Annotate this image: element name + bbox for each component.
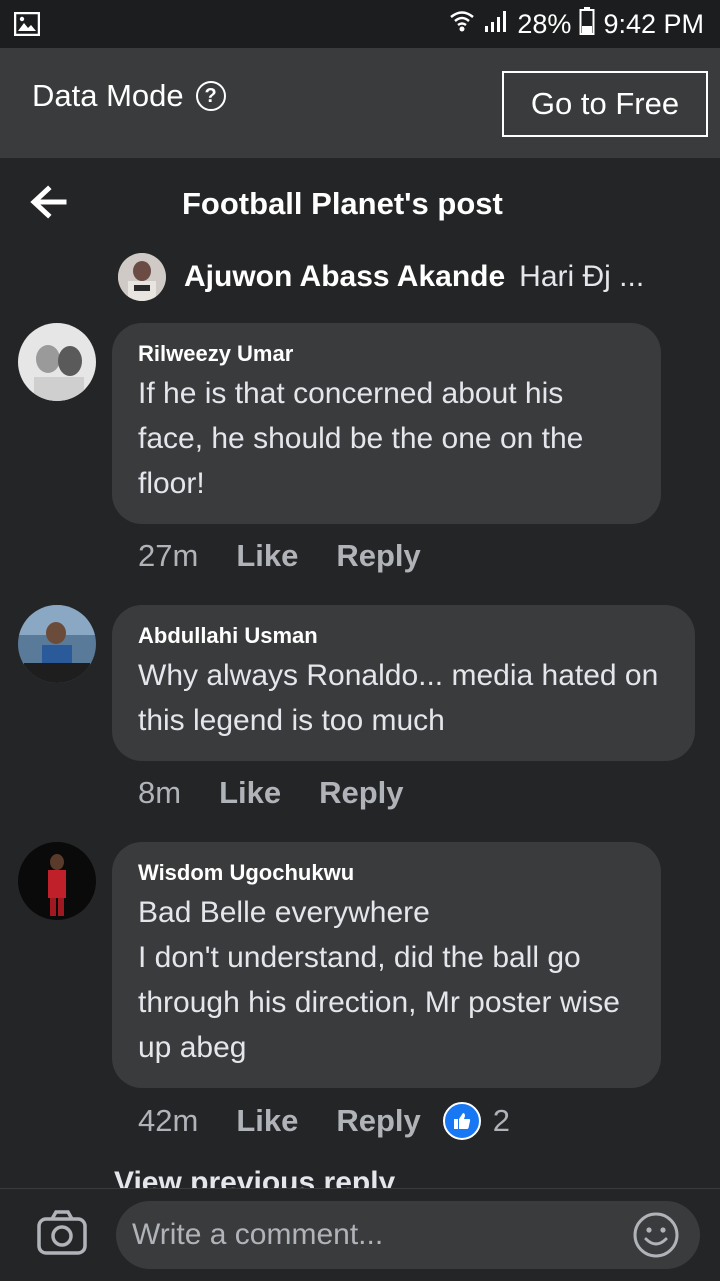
back-arrow-icon[interactable] [28,184,68,220]
comment-time: 8m [138,775,182,810]
parent-text: Hari Đj ... [519,260,645,293]
comment-bubble[interactable]: Abdullahi Usman Why always Ronaldo... me… [112,605,695,761]
comment-actions: 27m Like Reply [138,538,459,574]
battery-icon [579,6,595,42]
go-to-free-button[interactable]: Go to Free [502,71,708,137]
like-reaction-icon[interactable] [442,1102,481,1140]
comment-bubble[interactable]: Wisdom Ugochukwu Bad Belle everywhere I … [112,842,661,1088]
comment-text: Bad Belle everywhere I don't understand,… [138,896,620,1064]
reaction-count[interactable]: 2 [493,1103,510,1139]
camera-icon[interactable] [36,1209,88,1262]
gallery-icon [13,11,41,41]
smiley-icon[interactable] [632,1211,680,1267]
comment-input[interactable]: Write a comment... [116,1201,700,1269]
data-mode-bar: Data Mode ? Go to Free [0,48,720,158]
like-button[interactable]: Like [236,538,298,574]
avatar[interactable] [118,253,166,301]
avatar[interactable] [18,842,96,920]
comment-composer: Write a comment... [0,1188,720,1281]
status-bar: 28% 9:42 PM [0,0,720,48]
help-icon[interactable]: ? [195,81,226,111]
like-button[interactable]: Like [236,1103,298,1139]
comment-actions: 42m Like Reply 2 [138,1102,510,1140]
comment-actions: 8m Like Reply [138,775,442,811]
parent-author[interactable]: Ajuwon Abass Akande [184,260,505,294]
comment-time: 27m [138,538,199,573]
comment-author[interactable]: Rilweezy Umar [138,341,635,367]
comment-time: 42m [138,1103,199,1138]
battery-percent: 28% [517,8,572,39]
comment-text: If he is that concerned about his face, … [138,377,584,500]
data-mode-text: Data Mode [32,78,184,113]
data-mode-label[interactable]: Data Mode ? [32,78,226,114]
parent-comment[interactable]: Ajuwon Abass Akande Hari Đj ... [118,252,644,302]
reply-button[interactable]: Reply [319,775,403,811]
comment-author[interactable]: Wisdom Ugochukwu [138,860,635,886]
page-title: Football Planet's post [182,186,503,221]
view-previous-replies-link[interactable]: View previous reply [114,1166,395,1188]
avatar[interactable] [18,323,96,401]
wifi-icon [449,8,475,41]
comment-input-placeholder: Write a comment... [132,1218,384,1251]
comment-text: Why always Ronaldo... media hated on thi… [138,659,659,737]
avatar[interactable] [18,605,96,683]
clock: 9:42 PM [603,8,704,39]
comment-author[interactable]: Abdullahi Usman [138,623,669,649]
reply-button[interactable]: Reply [336,1103,420,1139]
signal-icon [483,8,509,41]
reply-button[interactable]: Reply [336,538,420,574]
like-button[interactable]: Like [219,775,281,811]
comment-bubble[interactable]: Rilweezy Umar If he is that concerned ab… [112,323,661,524]
post-header: Football Planet's post [0,158,720,258]
